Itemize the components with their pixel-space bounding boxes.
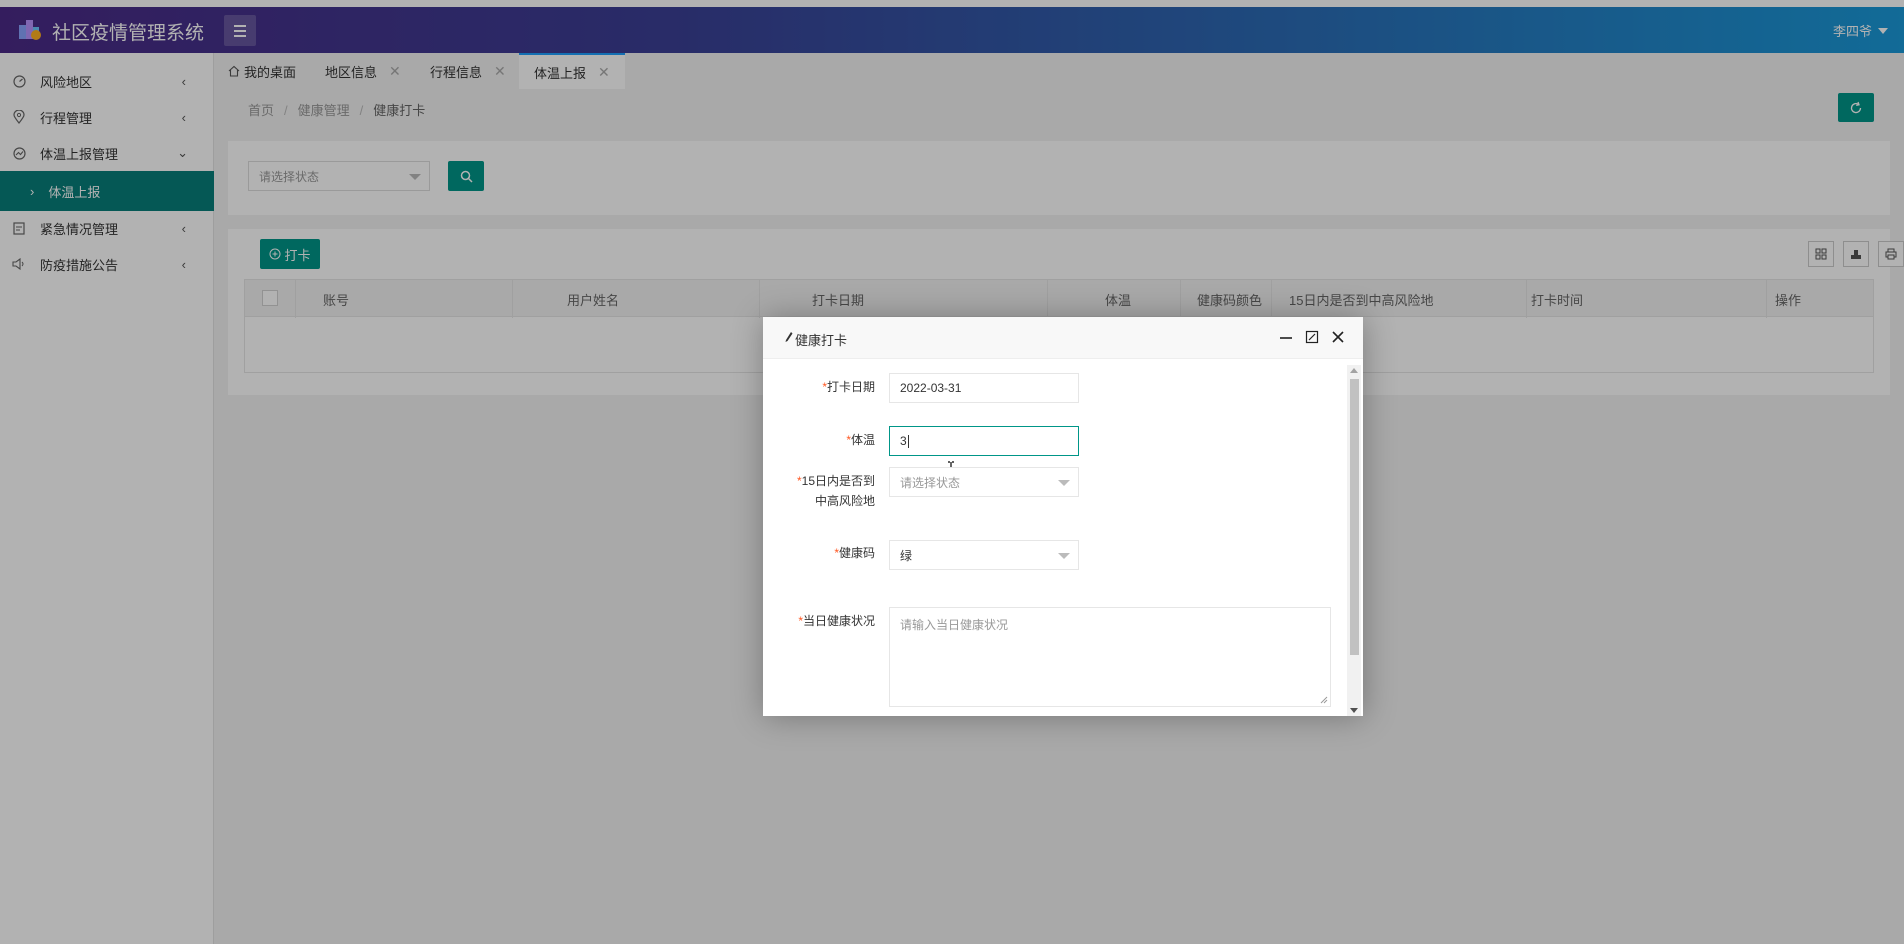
field-label-health-code: *健康码 (834, 546, 875, 560)
field-label-risk-area: *15日内是否到 中高风险地 (796, 474, 875, 508)
label-text: 当日健康状况 (802, 614, 875, 628)
pencil-icon (785, 332, 793, 342)
maximize-icon (1305, 330, 1319, 344)
resize-handle-icon[interactable] (1320, 696, 1328, 704)
risk-area-placeholder: 请选择状态 (900, 475, 961, 490)
maximize-button[interactable] (1303, 328, 1321, 346)
date-value: 2022-03-31 (900, 381, 962, 395)
scroll-up-arrow-icon[interactable] (1350, 368, 1358, 373)
field-label-date: *打卡日期 (822, 380, 875, 394)
label-text: 打卡日期 (826, 380, 875, 394)
close-icon (1332, 331, 1344, 343)
dialog-title: 健康打卡 (795, 333, 848, 348)
label-text: 中高风险地 (814, 494, 875, 508)
dialog-body: *打卡日期 2022-03-31 *体温 3 *15日内是否到 中高风险地 请选择… (763, 359, 1363, 716)
field-label-temperature: *体温 (846, 433, 875, 447)
risk-area-select[interactable]: 请选择状态 (889, 467, 1079, 497)
health-status-placeholder: 请输入当日健康状况 (900, 618, 1009, 632)
date-input[interactable]: 2022-03-31 (889, 373, 1079, 403)
health-checkin-dialog: 健康打卡 *打卡日期 2022-03-31 *体温 3 *15日内是否到 中高风险… (763, 317, 1363, 716)
dialog-scrollbar[interactable] (1347, 365, 1361, 716)
health-status-textarea[interactable]: 请输入当日健康状况 (889, 607, 1331, 707)
minimize-button[interactable] (1277, 328, 1295, 346)
scrollbar-thumb[interactable] (1350, 379, 1359, 655)
label-text: 健康码 (838, 546, 875, 560)
dropdown-arrow-icon (1058, 553, 1070, 559)
health-code-select[interactable]: 绿 (889, 540, 1079, 570)
health-code-value: 绿 (900, 548, 913, 563)
close-button[interactable] (1329, 328, 1347, 346)
minimize-icon (1280, 337, 1292, 339)
temperature-value: 3 (900, 434, 907, 448)
label-text: 体温 (850, 433, 875, 447)
temperature-input[interactable]: 3 (889, 426, 1079, 456)
dropdown-arrow-icon (1058, 480, 1070, 486)
text-cursor (907, 434, 909, 448)
label-text: 15日内是否到 (801, 474, 875, 488)
field-label-health-status: *当日健康状况 (798, 614, 875, 628)
dialog-header: 健康打卡 (763, 317, 1363, 359)
scroll-down-arrow-icon[interactable] (1350, 708, 1358, 713)
